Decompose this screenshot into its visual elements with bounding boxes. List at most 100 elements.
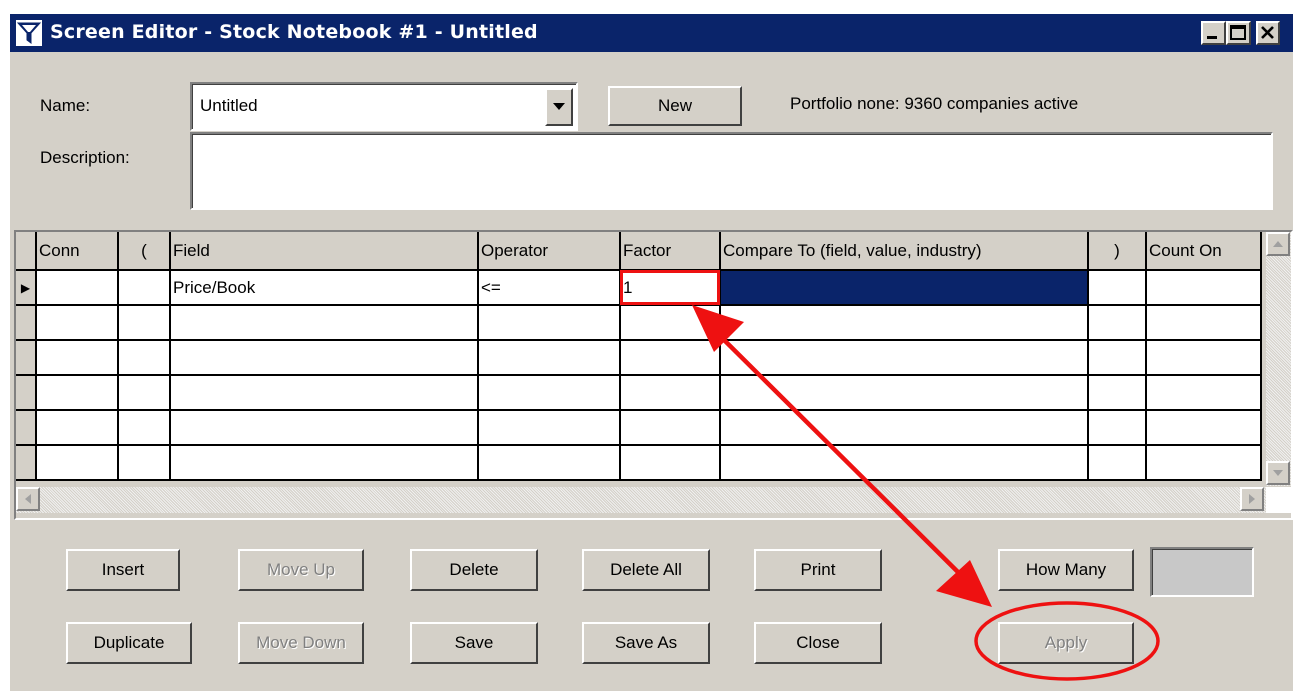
cell-compare-to[interactable] xyxy=(720,340,1089,376)
cell-count-on[interactable] xyxy=(1146,305,1262,341)
move-down-button[interactable]: Move Down xyxy=(238,622,364,664)
how-many-button[interactable]: How Many xyxy=(998,549,1134,591)
cell-close-paren[interactable] xyxy=(1088,375,1147,411)
new-button[interactable]: New xyxy=(608,86,742,126)
duplicate-button[interactable]: Duplicate xyxy=(66,622,192,664)
cell-field[interactable] xyxy=(170,340,479,376)
cell-factor[interactable] xyxy=(620,410,721,446)
row-indicator xyxy=(16,375,37,411)
cell-operator[interactable] xyxy=(478,445,621,481)
cell-conn[interactable] xyxy=(36,305,119,341)
cell-count-on[interactable] xyxy=(1146,375,1262,411)
maximize-icon xyxy=(1230,25,1246,40)
move-up-button[interactable]: Move Up xyxy=(238,549,364,591)
close-icon xyxy=(1261,26,1274,39)
save-button[interactable]: Save xyxy=(410,622,538,664)
column-header-count-on[interactable]: Count On xyxy=(1146,232,1262,271)
cell-compare-to[interactable] xyxy=(720,375,1089,411)
apply-button[interactable]: Apply xyxy=(998,622,1134,664)
cell-factor[interactable] xyxy=(620,305,721,341)
maximize-button[interactable] xyxy=(1226,21,1251,45)
cell-factor[interactable]: 1 xyxy=(620,270,721,306)
column-header-open-paren[interactable]: ( xyxy=(118,232,171,271)
table-row[interactable] xyxy=(16,410,1262,446)
name-combobox[interactable]: Untitled xyxy=(190,82,578,131)
cell-factor[interactable] xyxy=(620,375,721,411)
cell-operator[interactable] xyxy=(478,410,621,446)
cell-conn[interactable] xyxy=(36,410,119,446)
cell-open-paren[interactable] xyxy=(118,305,171,341)
close-button[interactable]: Close xyxy=(754,622,882,664)
vertical-scrollbar[interactable] xyxy=(1266,232,1291,486)
column-header-close-paren[interactable]: ) xyxy=(1088,232,1147,271)
row-indicator xyxy=(16,410,37,446)
cell-open-paren[interactable] xyxy=(118,270,171,306)
delete-button[interactable]: Delete xyxy=(410,549,538,591)
cell-close-paren[interactable] xyxy=(1088,305,1147,341)
minimize-button[interactable] xyxy=(1201,21,1226,45)
cell-count-on[interactable] xyxy=(1146,270,1262,306)
table-row[interactable] xyxy=(16,375,1262,411)
screen-editor-window: Screen Editor - Stock Notebook #1 - Unti… xyxy=(8,12,1293,691)
print-button[interactable]: Print xyxy=(754,549,882,591)
cell-operator[interactable] xyxy=(478,305,621,341)
cell-field[interactable] xyxy=(170,305,479,341)
how-many-result xyxy=(1150,547,1254,597)
cell-conn[interactable] xyxy=(36,445,119,481)
cell-conn[interactable] xyxy=(36,270,119,306)
table-row[interactable] xyxy=(16,445,1262,481)
column-header-conn[interactable]: Conn xyxy=(36,232,119,271)
cell-count-on[interactable] xyxy=(1146,445,1262,481)
cell-close-paren[interactable] xyxy=(1088,340,1147,376)
cell-count-on[interactable] xyxy=(1146,340,1262,376)
cell-open-paren[interactable] xyxy=(118,410,171,446)
title-bar[interactable]: Screen Editor - Stock Notebook #1 - Unti… xyxy=(10,14,1293,52)
cell-field[interactable] xyxy=(170,375,479,411)
delete-all-button[interactable]: Delete All xyxy=(582,549,710,591)
cell-open-paren[interactable] xyxy=(118,445,171,481)
column-header-factor[interactable]: Factor xyxy=(620,232,721,271)
cell-compare-to[interactable] xyxy=(720,270,1089,306)
scroll-up-button[interactable] xyxy=(1266,232,1290,256)
cell-field[interactable]: Price/Book xyxy=(170,270,479,306)
scroll-right-button[interactable] xyxy=(1240,487,1264,511)
cell-factor[interactable] xyxy=(620,340,721,376)
cell-conn[interactable] xyxy=(36,340,119,376)
cell-close-paren[interactable] xyxy=(1088,445,1147,481)
table-row[interactable]: ▶ Price/Book <= 1 xyxy=(16,270,1262,306)
cell-operator[interactable]: <= xyxy=(478,270,621,306)
cell-open-paren[interactable] xyxy=(118,375,171,411)
chevron-right-icon xyxy=(1249,494,1255,504)
cell-field[interactable] xyxy=(170,445,479,481)
table-row[interactable] xyxy=(16,340,1262,376)
cell-compare-to[interactable] xyxy=(720,305,1089,341)
chevron-up-icon xyxy=(1273,241,1283,247)
name-dropdown-button[interactable] xyxy=(545,88,573,126)
cell-conn[interactable] xyxy=(36,375,119,411)
column-header-field[interactable]: Field xyxy=(170,232,479,271)
cell-operator[interactable] xyxy=(478,375,621,411)
close-window-button[interactable] xyxy=(1256,21,1280,45)
cell-compare-to[interactable] xyxy=(720,410,1089,446)
cell-factor[interactable] xyxy=(620,445,721,481)
cell-count-on[interactable] xyxy=(1146,410,1262,446)
save-as-button[interactable]: Save As xyxy=(582,622,710,664)
insert-button[interactable]: Insert xyxy=(66,549,180,591)
criteria-grid[interactable]: Conn ( Field Operator Factor Compare To … xyxy=(14,230,1293,520)
cell-open-paren[interactable] xyxy=(118,340,171,376)
description-field[interactable] xyxy=(190,132,1273,210)
chevron-left-icon xyxy=(25,494,31,504)
row-indicator xyxy=(16,445,37,481)
column-header-operator[interactable]: Operator xyxy=(478,232,621,271)
cell-close-paren[interactable] xyxy=(1088,410,1147,446)
cell-field[interactable] xyxy=(170,410,479,446)
horizontal-scrollbar[interactable] xyxy=(16,487,1266,513)
cell-close-paren[interactable] xyxy=(1088,270,1147,306)
cell-operator[interactable] xyxy=(478,340,621,376)
scroll-left-button[interactable] xyxy=(16,487,40,511)
scroll-down-button[interactable] xyxy=(1266,461,1290,485)
name-value[interactable]: Untitled xyxy=(200,96,258,116)
column-header-compare-to[interactable]: Compare To (field, value, industry) xyxy=(720,232,1089,271)
cell-compare-to[interactable] xyxy=(720,445,1089,481)
table-row[interactable] xyxy=(16,305,1262,341)
